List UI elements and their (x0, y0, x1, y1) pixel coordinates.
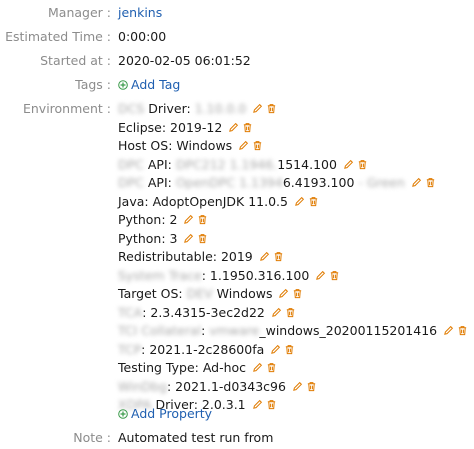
started-at-value: 2020-02-05 06:01:52 (118, 53, 251, 68)
redacted-text: - Green (358, 175, 405, 190)
redacted-text: DEV (186, 286, 213, 301)
trash-icon[interactable] (329, 267, 340, 287)
environment-item: DCS Driver: 1.10.0.0 (118, 99, 277, 119)
estimated-time-value: 0:00:00 (118, 29, 167, 44)
trash-icon[interactable] (266, 100, 277, 120)
environment-item-text: 1514.100 (277, 156, 337, 172)
environment-item-text: Target OS: (118, 286, 187, 301)
tags-label: Tags : (75, 77, 111, 92)
environment-item: Python: 3 (118, 229, 208, 249)
environment-item-text: Driver: (144, 101, 195, 116)
environment-item: TCI Collateral: vmware_windows_202001152… (118, 321, 468, 341)
trash-icon[interactable] (457, 322, 468, 342)
environment-item: Redistributable: 2019 (118, 247, 284, 267)
started-at-row: Started at : 2020-02-05 06:01:52 (0, 50, 474, 72)
redacted-text: DPC (118, 175, 144, 190)
environment-item: Testing Type: Ad-hoc (118, 358, 277, 378)
environment-item: Python: 2 (118, 210, 208, 230)
environment-label: Environment : (22, 101, 111, 116)
redacted-text: TCP (118, 341, 142, 357)
add-property-button[interactable]: Add Property (118, 404, 212, 424)
environment-item-text: Eclipse: 2019-12 (118, 119, 223, 135)
pencil-icon[interactable] (294, 193, 305, 213)
redacted-text: vmware (209, 323, 260, 338)
environment-item-text: : 2021.1-d0343c96 (166, 378, 286, 394)
environment-item-text: Windows (212, 286, 273, 301)
environment-item-text: API: (143, 175, 176, 190)
environment-item: System Trace: 1.1950.316.100 (118, 266, 340, 286)
add-tag-button[interactable]: Add Tag (118, 74, 180, 96)
environment-item-text: API: (143, 156, 176, 172)
pencil-icon[interactable] (443, 322, 454, 342)
redacted-text: DPC212 1.1946. (175, 156, 278, 172)
manager-value[interactable]: jenkins (118, 2, 162, 24)
environment-item: Target OS: DEV Windows (118, 284, 303, 304)
manager-row: Manager : jenkins (0, 2, 474, 24)
environment-item-text: : 1.1950.316.100 (201, 267, 310, 283)
environment-item: Host OS: Windows (118, 136, 263, 156)
trash-icon[interactable] (306, 378, 317, 398)
environment-item-text: 6.4193.100 (282, 175, 355, 190)
redacted-text: 1.10.0.0 (194, 101, 247, 116)
environment-item-text: : (201, 323, 210, 338)
add-property-label: Add Property (131, 406, 213, 421)
plus-icon (118, 80, 128, 90)
environment-item-text: Java: AdoptOpenJDK 11.0.5 (118, 193, 288, 209)
redacted-text: WinDbg (118, 378, 167, 394)
environment-item: TCA: 2.3.4315-3ec2d22 (118, 303, 296, 323)
redacted-text: DPC (118, 156, 144, 172)
environment-item-text: : 2.3.4315-3ec2d22 (142, 304, 265, 320)
redacted-text: DCS (118, 101, 145, 116)
manager-label: Manager : (48, 5, 111, 20)
pencil-icon[interactable] (292, 378, 303, 398)
plus-icon (118, 409, 128, 419)
redacted-text: TCI Collateral (118, 323, 202, 338)
environment-item-text: Redistributable: 2019 (118, 249, 253, 264)
trash-icon[interactable] (284, 341, 295, 361)
environment-item: WinDbg: 2021.1-d0343c96 (118, 377, 317, 397)
environment-item-text: Host OS: Windows (118, 138, 233, 153)
trash-icon[interactable] (266, 396, 277, 416)
pencil-icon[interactable] (252, 396, 263, 416)
pencil-icon[interactable] (411, 174, 422, 194)
environment-item-text: Python: 3 (118, 230, 178, 246)
environment-item: Java: AdoptOpenJDK 11.0.5 (118, 192, 319, 212)
environment-item-text: Testing Type: Ad-hoc (118, 360, 247, 375)
environment-item-text: : 2021.1-2c28600fa (141, 341, 265, 357)
estimated-time-row: Estimated Time : 0:00:00 (0, 26, 474, 48)
pencil-icon[interactable] (252, 100, 263, 120)
environment-item-text: Python: 2 (118, 212, 178, 227)
environment-item: DPC API: OpenDPC 1.13946.4193.100- Green (118, 173, 436, 193)
started-at-label: Started at : (40, 53, 111, 68)
add-tag-label: Add Tag (131, 77, 181, 92)
trash-icon[interactable] (425, 174, 436, 194)
estimated-time-label: Estimated Time : (5, 29, 111, 44)
redacted-text: OpenDPC 1.1394 (175, 175, 283, 190)
redacted-text: System Trace (118, 267, 202, 283)
trash-icon[interactable] (308, 193, 319, 213)
redacted-text: TCA (118, 304, 143, 320)
environment-item: TCP: 2021.1-2c28600fa (118, 340, 295, 360)
environment-item: Eclipse: 2019-12 (118, 118, 253, 138)
tags-row: Tags : Add Tag (0, 74, 474, 96)
environment-item-text: _windows_20200115201416 (259, 323, 438, 338)
pencil-icon[interactable] (315, 267, 326, 287)
environment-item: DPC API: DPC212 1.1946.1514.100 (118, 155, 368, 175)
